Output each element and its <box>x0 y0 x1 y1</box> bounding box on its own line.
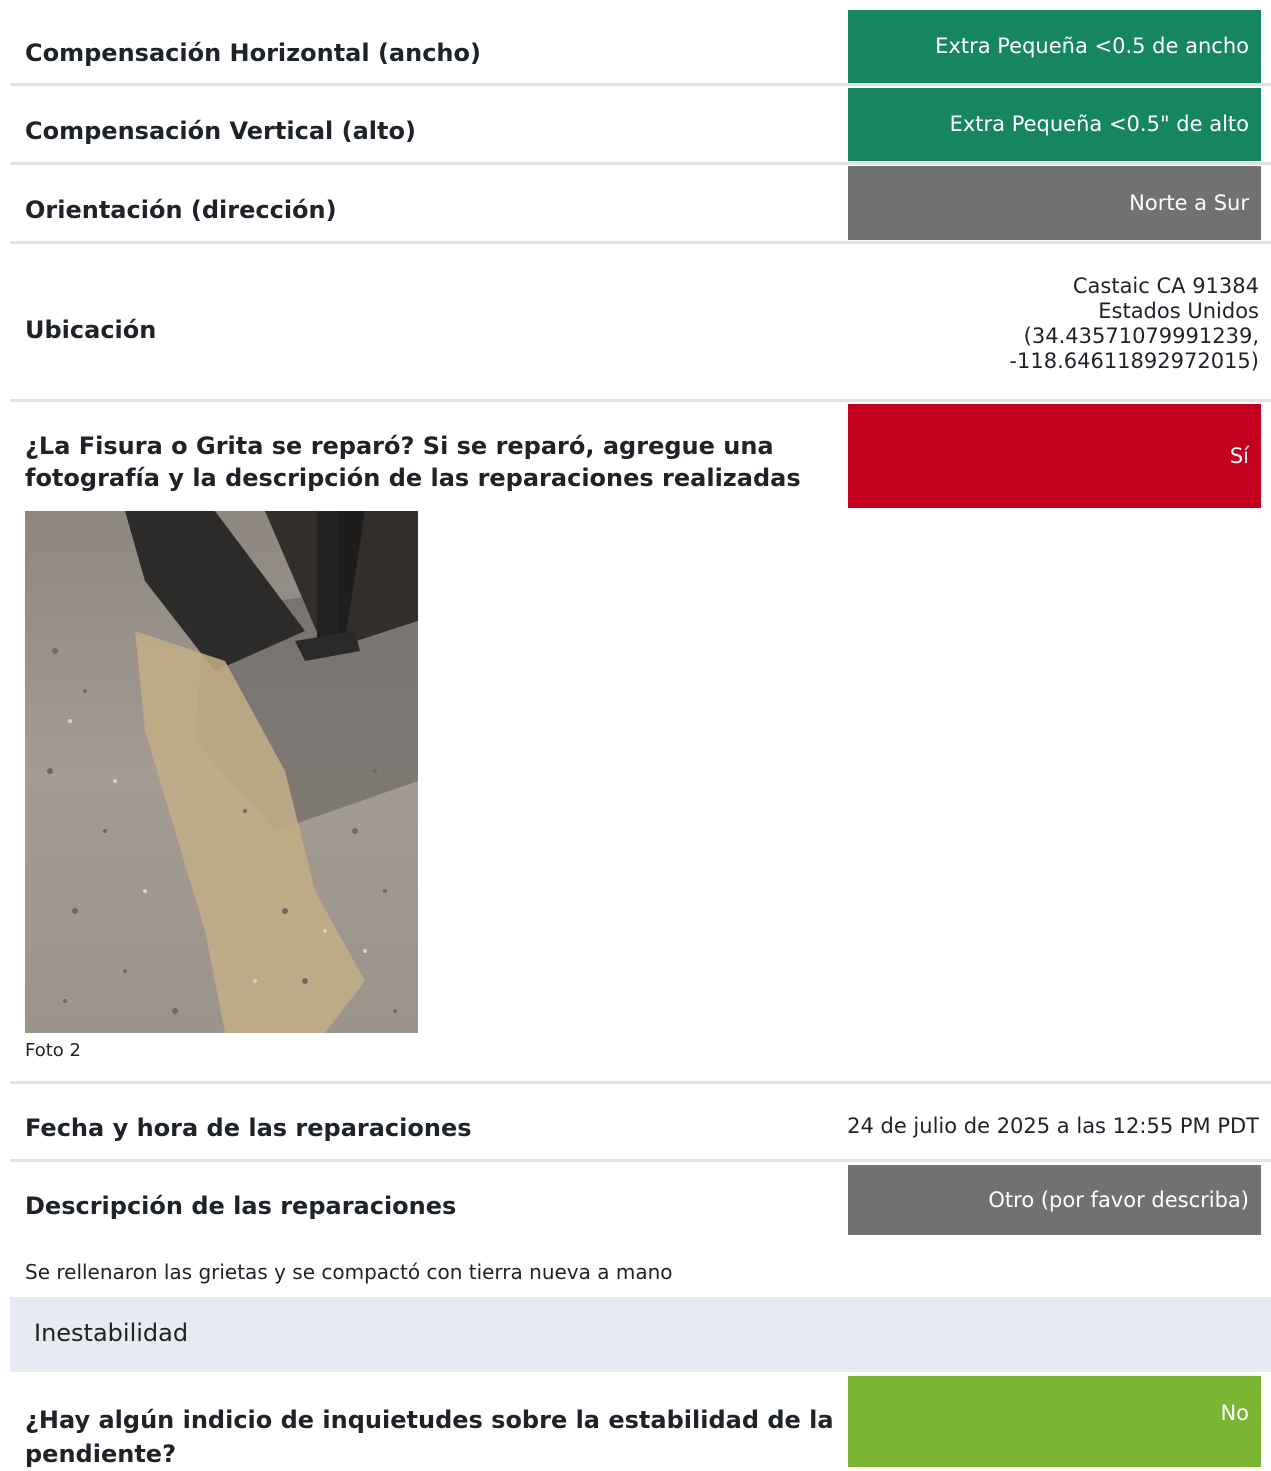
horizontal-offset-label: Compensación Horizontal (ancho) <box>25 39 481 67</box>
repair-description-value-text: Otro (por favor describa) <box>988 1188 1249 1212</box>
repair-description-value: Otro (por favor describa) <box>848 1165 1261 1235</box>
repaired-question-line: ¿La Fisura o Grita se reparó? Si se repa… <box>25 432 774 460</box>
orientation-label: Orientación (dirección) <box>25 196 337 224</box>
repaired-value: Sí <box>848 404 1261 508</box>
repair-details-text: Se rellenaron las grietas y se compactó … <box>25 1260 673 1284</box>
repair-photo[interactable] <box>25 511 418 1033</box>
location-line: -118.64611892972015) <box>1009 349 1259 373</box>
divider <box>10 83 1271 86</box>
repaired-question-line: fotografía y la descripción de las repar… <box>25 464 801 492</box>
location-line: Castaic CA 91384 <box>1072 274 1259 298</box>
divider <box>10 1081 1271 1084</box>
vertical-offset-value-text: Extra Pequeña <0.5" de alto <box>949 112 1249 136</box>
horizontal-offset-value: Extra Pequeña <0.5 de ancho <box>848 10 1261 83</box>
orientation-value: Norte a Sur <box>848 166 1261 240</box>
divider <box>10 241 1271 244</box>
location-value: Castaic CA 91384 Estados Unidos (34.4357… <box>1009 274 1259 374</box>
section-header-instability: Inestabilidad <box>10 1297 1271 1372</box>
stability-value: No <box>848 1376 1261 1467</box>
repaired-question-label: ¿La Fisura o Grita se reparó? Si se repa… <box>25 430 801 494</box>
repaired-value-text: Sí <box>1229 444 1249 468</box>
stability-question-line: ¿Hay algún indicio de inquietudes sobre … <box>25 1406 834 1434</box>
vertical-offset-value: Extra Pequeña <0.5" de alto <box>848 88 1261 161</box>
photo-caption: Foto 2 <box>25 1040 81 1061</box>
orientation-value-text: Norte a Sur <box>1129 191 1249 215</box>
horizontal-offset-value-text: Extra Pequeña <0.5 de ancho <box>935 34 1249 58</box>
divider <box>10 1159 1271 1162</box>
location-line: (34.43571079991239, <box>1023 324 1259 348</box>
stability-question-line: pendiente? <box>25 1440 176 1468</box>
location-label: Ubicación <box>25 316 157 344</box>
repair-date-value: 24 de julio de 2025 a las 12:55 PM PDT <box>847 1114 1259 1138</box>
repair-date-label: Fecha y hora de las reparaciones <box>25 1114 472 1142</box>
vertical-offset-label: Compensación Vertical (alto) <box>25 117 416 145</box>
repair-description-label: Descripción de las reparaciones <box>25 1192 457 1220</box>
divider <box>10 399 1271 402</box>
location-line: Estados Unidos <box>1098 299 1259 323</box>
stability-question-label: ¿Hay algún indicio de inquietudes sobre … <box>25 1403 834 1471</box>
section-title: Inestabilidad <box>34 1319 189 1347</box>
divider <box>10 162 1271 165</box>
stability-value-text: No <box>1220 1401 1249 1425</box>
